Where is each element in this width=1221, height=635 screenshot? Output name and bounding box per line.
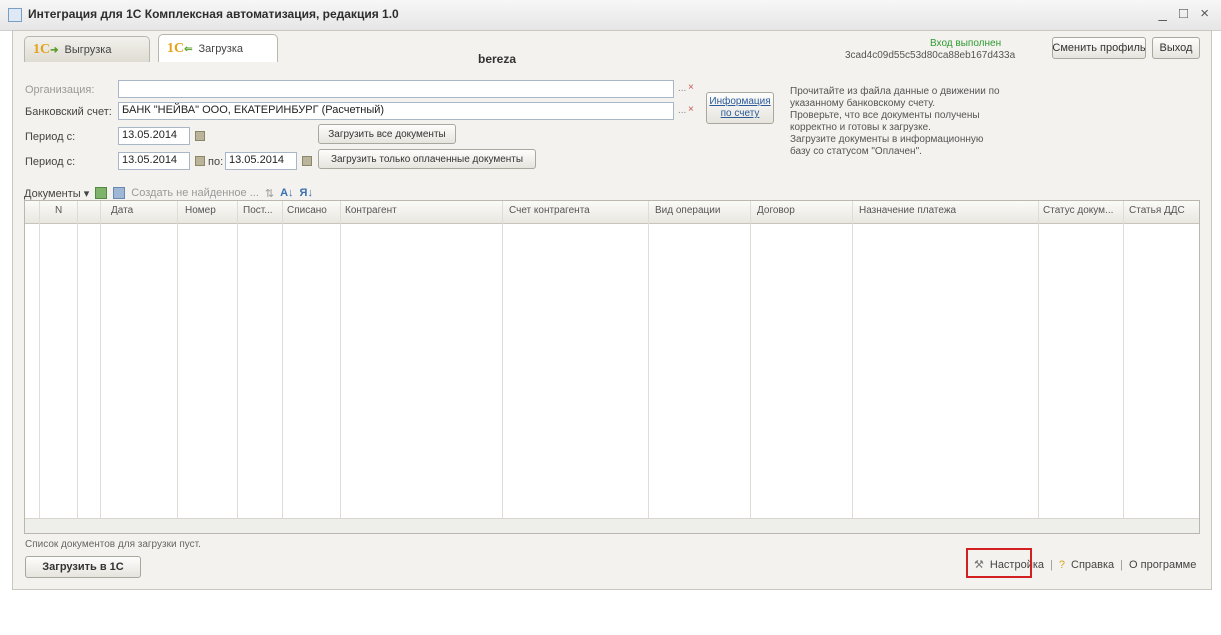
calendar-icon[interactable] — [195, 156, 205, 166]
instructions-text: Прочитайте из файла данные о движении по… — [790, 86, 1050, 158]
column-header-operation-type[interactable]: Вид операции — [655, 205, 720, 216]
filter-icon[interactable]: ⇅ — [265, 187, 274, 200]
bank-account-clear-icon[interactable]: × — [688, 104, 694, 115]
calendar-icon[interactable] — [195, 131, 205, 141]
tab-import[interactable]: 1С⇐ Загрузка — [158, 34, 278, 62]
column-header-counterparty[interactable]: Контрагент — [345, 205, 397, 216]
sort-descending-icon[interactable]: Я↓ — [300, 187, 313, 199]
instruction-line: Прочитайте из файла данные о движении по — [790, 86, 1000, 97]
account-info-button[interactable]: Информация по счету — [706, 92, 774, 124]
change-profile-button[interactable]: Сменить профиль — [1052, 37, 1146, 59]
instruction-line: корректно и готовы к загрузке. — [790, 122, 931, 133]
load-to-1c-button[interactable]: Загрузить в 1С — [25, 556, 141, 578]
help-icon[interactable]: ? — [1059, 559, 1065, 571]
load-paid-documents-button[interactable]: Загрузить только оплаченные документы — [318, 149, 536, 169]
separator: | — [1120, 558, 1124, 571]
settings-highlight-box — [966, 548, 1032, 578]
column-header-counterparty-account[interactable]: Счет контрагента — [509, 205, 590, 216]
instruction-line: указанному банковскому счету. — [790, 98, 936, 109]
instruction-line: базу со статусом "Оплачен". — [790, 146, 922, 157]
calendar-icon[interactable] — [302, 156, 312, 166]
column-header-date[interactable]: Дата — [111, 205, 133, 216]
column-header-n[interactable]: N — [55, 205, 62, 216]
refresh-icon[interactable] — [95, 187, 108, 199]
help-link[interactable]: Справка — [1071, 559, 1114, 571]
documents-table[interactable]: N Дата Номер Пост... Списано Контрагент … — [24, 200, 1200, 534]
empty-list-message: Список документов для загрузки пуст. — [25, 539, 201, 550]
organization-label: Организация: — [25, 84, 95, 96]
user-name: bereza — [478, 52, 517, 66]
column-header-payment-purpose[interactable]: Назначение платежа — [859, 205, 956, 216]
period2-to-field[interactable]: 13.05.2014 — [225, 152, 297, 170]
column-header-contract[interactable]: Договор — [757, 205, 795, 216]
period2-label: Период с: — [25, 156, 76, 168]
1c-logo-icon: 1С➜ — [33, 41, 59, 57]
sort-ascending-icon[interactable]: A↓ — [280, 187, 293, 199]
about-link[interactable]: О программе — [1129, 559, 1196, 571]
separator: | — [1050, 558, 1053, 571]
organization-clear-icon[interactable]: × — [688, 82, 694, 93]
exit-button[interactable]: Выход — [1152, 37, 1200, 59]
column-header-number[interactable]: Номер — [185, 205, 216, 216]
horizontal-scrollbar[interactable] — [25, 518, 1199, 533]
period-from-field[interactable]: 13.05.2014 — [118, 127, 190, 145]
1c-logo-icon: 1С⇐ — [167, 40, 193, 56]
column-header-cash-flow-item[interactable]: Статья ДДС — [1129, 205, 1185, 216]
column-header-debited[interactable]: Списано — [287, 205, 327, 216]
bank-account-field[interactable]: БАНК "НЕЙВА" ООО, ЕКАТЕРИНБУРГ (Расчетны… — [118, 102, 674, 120]
documents-menu[interactable]: Документы ▾ — [24, 187, 89, 200]
organization-field[interactable] — [118, 80, 674, 98]
login-status: Вход выполнен — [930, 38, 1002, 49]
session-id: 3cad4c09d55c53d80ca88eb167d433a — [845, 50, 1016, 61]
column-header-received[interactable]: Пост... — [243, 205, 273, 216]
instruction-line: Загрузите документы в информационную — [790, 134, 984, 145]
tab-import-label: Загрузка — [198, 42, 243, 55]
title-bar: Интеграция для 1С Комплексная автоматиза… — [0, 0, 1221, 31]
instruction-line: Проверьте, что все документы получены — [790, 110, 980, 121]
column-header-document-status[interactable]: Статус докум... — [1043, 205, 1113, 216]
period2-from-field[interactable]: 13.05.2014 — [118, 152, 190, 170]
app-icon — [8, 8, 22, 22]
organization-select-button[interactable]: ... — [678, 83, 686, 94]
window-title: Интеграция для 1С Комплексная автоматиза… — [28, 7, 399, 21]
window-controls[interactable]: _ □ × — [1159, 5, 1214, 22]
load-all-documents-button[interactable]: Загрузить все документы — [318, 124, 456, 144]
copy-icon[interactable] — [113, 187, 126, 199]
tab-export-label: Выгрузка — [64, 43, 112, 56]
tab-export[interactable]: 1С➜ Выгрузка — [24, 36, 150, 62]
bank-account-select-button[interactable]: ... — [678, 105, 686, 116]
period-label: Период с: — [25, 131, 76, 143]
bank-account-label: Банковский счет: — [25, 106, 112, 118]
period2-to-label: по: — [208, 156, 224, 168]
create-missing-button[interactable]: Создать не найденное ... — [131, 187, 259, 199]
